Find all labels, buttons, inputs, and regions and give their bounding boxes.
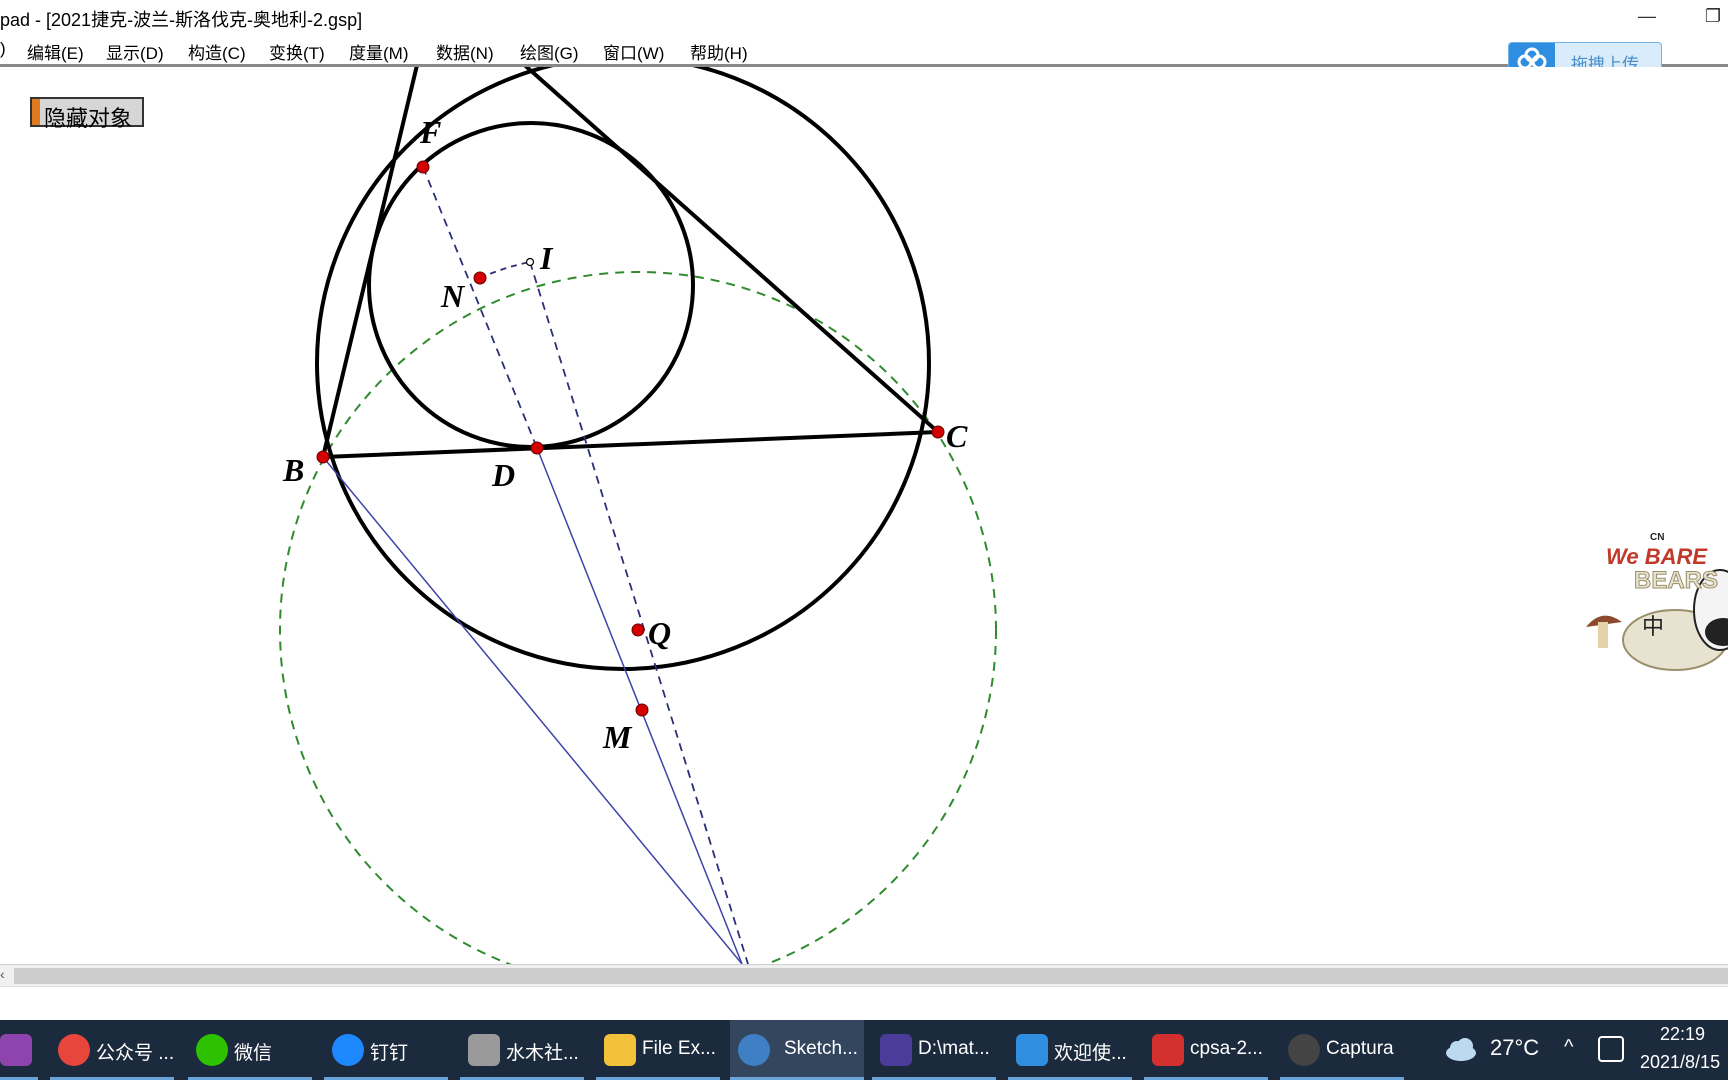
dashed-line-iq	[529, 261, 749, 964]
captura-icon	[1288, 1034, 1320, 1066]
geometry-figure: F I N B D C Q M	[279, 67, 997, 964]
task-label: cpsa-2...	[1190, 1038, 1263, 1059]
menu-display[interactable]: 显示(D)	[106, 39, 164, 64]
dashed-circle	[279, 271, 997, 964]
menu-help[interactable]: 帮助(H)	[690, 39, 748, 64]
task-baidu-netdisk[interactable]: 欢迎使...	[1008, 1020, 1132, 1080]
task-label: 钉钉	[370, 1043, 409, 1064]
menu-window[interactable]: 窗口(W)	[603, 39, 664, 64]
minimize-button[interactable]: —	[1632, 4, 1662, 28]
label-d: D	[491, 457, 515, 493]
task-label: 水木社...	[506, 1043, 579, 1064]
chrome-icon	[58, 1034, 90, 1066]
label-q: Q	[648, 615, 671, 651]
task-label: Captura	[1326, 1038, 1394, 1059]
point-d	[530, 441, 544, 455]
ime-sticker[interactable]: CN We BARE BEARS 中	[1580, 522, 1728, 682]
wechat-icon	[196, 1034, 228, 1066]
sticker-title-2: BEARS	[1634, 567, 1718, 594]
task-chrome[interactable]: 公众号 ...	[50, 1020, 174, 1080]
point-i	[525, 257, 535, 267]
menu-file-partial[interactable]: )	[0, 39, 6, 59]
task-dingtalk[interactable]: 钉钉	[324, 1020, 448, 1080]
point-c	[931, 425, 945, 439]
menu-bar: ) 编辑(E) 显示(D) 构造(C) 变换(T) 度量(M) 数据(N) 绘图…	[0, 34, 1728, 67]
network-icon[interactable]	[1598, 1036, 1624, 1062]
point-q	[631, 623, 645, 637]
scroll-left-arrow-icon[interactable]: ‹	[0, 966, 5, 982]
side-ab	[321, 67, 419, 458]
horizontal-scrollbar[interactable]: ‹	[0, 964, 1728, 987]
folder-icon	[604, 1034, 636, 1066]
menu-measure[interactable]: 度量(M)	[349, 39, 408, 64]
restore-button[interactable]: ❐	[1698, 4, 1728, 28]
task-captura[interactable]: Captura	[1280, 1020, 1404, 1080]
line-bx	[322, 456, 743, 964]
task-sketchpad[interactable]: Sketch...	[730, 1020, 864, 1080]
point-b	[316, 450, 330, 464]
baidu-netdisk-icon	[1016, 1034, 1048, 1066]
task-shuimu[interactable]: 水木社...	[460, 1020, 584, 1080]
tex-icon	[880, 1034, 912, 1066]
title-bar: pad - [2021捷克-波兰-斯洛伐克-奥地利-2.gsp] — ❐	[0, 0, 1728, 34]
taskbar: 公众号 ... 微信 钉钉 水木社... File Ex... Sketch..…	[0, 1020, 1728, 1080]
label-b: B	[282, 452, 304, 488]
scroll-thumb[interactable]	[14, 968, 1728, 984]
point-f	[416, 160, 430, 174]
sticker-title-1: We BARE	[1606, 544, 1708, 569]
side-ac	[523, 67, 940, 434]
window-title: pad - [2021捷克-波兰-斯洛伐克-奥地利-2.gsp]	[0, 10, 363, 30]
label-i: I	[539, 240, 554, 276]
menu-data[interactable]: 数据(N)	[436, 39, 494, 64]
tray-chevron-icon[interactable]: ^	[1564, 1036, 1573, 1059]
task-label: 微信	[234, 1043, 273, 1064]
task-label: 公众号 ...	[96, 1043, 175, 1064]
clock-time[interactable]: 22:19	[1660, 1024, 1705, 1045]
menu-construct[interactable]: 构造(C)	[188, 39, 246, 64]
menu-transform[interactable]: 变换(T)	[269, 39, 325, 64]
label-n: N	[440, 278, 466, 314]
sketch-canvas[interactable]: 隐藏对象 F I N B D C Q M CN We BARE BEARS 中	[0, 67, 1728, 964]
task-onenote[interactable]	[0, 1020, 38, 1080]
menu-edit[interactable]: 编辑(E)	[27, 39, 84, 64]
dingtalk-icon	[332, 1034, 364, 1066]
dashed-arc-ni	[479, 261, 531, 279]
point-n	[473, 271, 487, 285]
label-m: M	[602, 719, 633, 755]
point-m	[635, 703, 649, 717]
menu-graph[interactable]: 绘图(G)	[520, 39, 579, 64]
label-c: C	[946, 418, 968, 454]
weather-temp[interactable]: 27°C	[1490, 1035, 1539, 1061]
side-bc	[322, 430, 939, 459]
clock-date[interactable]: 2021/8/15	[1640, 1052, 1720, 1073]
task-label: 欢迎使...	[1054, 1043, 1127, 1064]
task-label: Sketch...	[784, 1038, 858, 1059]
sketchpad-icon	[738, 1034, 770, 1066]
label-f: F	[419, 114, 441, 150]
task-label: D:\mat...	[918, 1038, 990, 1059]
circumcircle	[315, 67, 931, 671]
sticker-badge: CN	[1650, 532, 1664, 543]
task-tex[interactable]: D:\mat...	[872, 1020, 996, 1080]
task-wechat[interactable]: 微信	[188, 1020, 312, 1080]
pdf-icon	[1152, 1034, 1184, 1066]
shuimu-icon	[468, 1034, 500, 1066]
onenote-icon	[0, 1034, 32, 1066]
task-label: File Ex...	[642, 1038, 716, 1059]
task-file-explorer[interactable]: File Ex...	[596, 1020, 720, 1080]
task-pdf[interactable]: cpsa-2...	[1144, 1020, 1268, 1080]
ime-char: 中	[1642, 614, 1664, 639]
cloud-icon	[1444, 1034, 1478, 1064]
status-bar	[0, 986, 1728, 1021]
